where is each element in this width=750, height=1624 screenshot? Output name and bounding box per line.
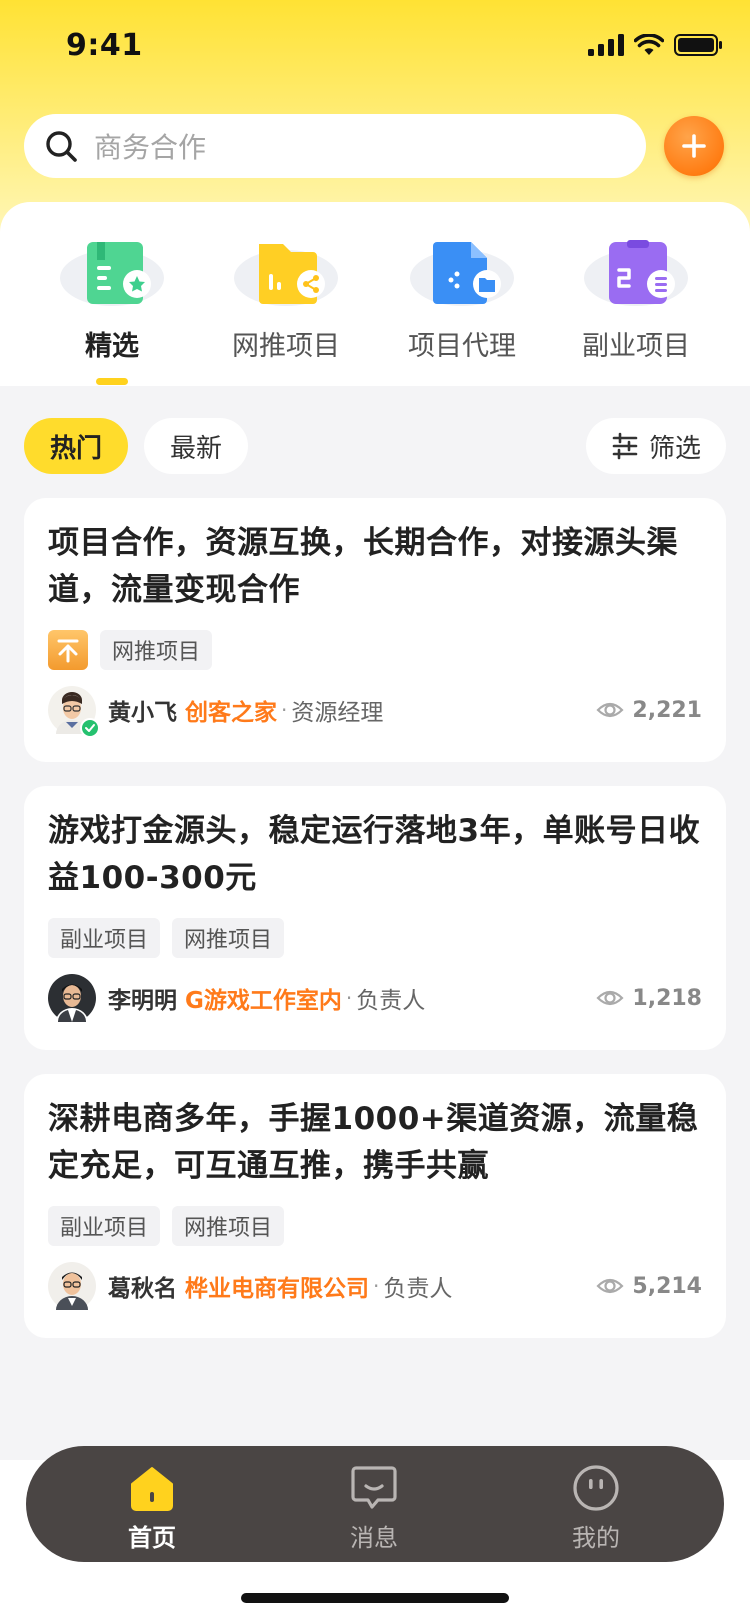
post-tag[interactable]: 副业项目 <box>48 918 161 958</box>
post-tag[interactable]: 网推项目 <box>172 918 285 958</box>
post-author-row: 李明明 G游戏工作室内 · 负责人 1,218 <box>48 974 702 1022</box>
category-tab-side-project[interactable]: 副业项目 <box>546 202 726 386</box>
nav-item-home[interactable]: 首页 <box>72 1446 232 1562</box>
author-name[interactable]: 李明明 <box>108 981 177 1015</box>
clipboard-list-icon <box>584 240 688 306</box>
category-label: 精选 <box>85 331 139 362</box>
bookmark-star-icon <box>60 242 164 306</box>
eye-icon <box>596 990 624 1006</box>
separator-dot: · <box>373 1274 380 1298</box>
view-count: 1,218 <box>596 984 702 1012</box>
sliders-icon <box>612 432 638 460</box>
author-company[interactable]: 桦业电商有限公司 <box>185 1269 369 1303</box>
add-button[interactable] <box>664 116 724 176</box>
post-author-row: 葛秋名 桦业电商有限公司 · 负责人 5,214 <box>48 1262 702 1310</box>
post-tag[interactable]: 副业项目 <box>48 1206 161 1246</box>
wifi-icon <box>634 34 664 55</box>
pin-top-icon <box>57 639 79 663</box>
author-role: 资源经理 <box>291 700 384 726</box>
author-role: 负责人 <box>383 1276 453 1302</box>
search-icon <box>46 131 77 162</box>
nav-item-messages[interactable]: 消息 <box>294 1446 454 1562</box>
post-card[interactable]: 深耕电商多年，手握1000+渠道资源，流量稳定充足，可互通互推，携手共赢 副业项… <box>24 1074 726 1338</box>
author-role: 负责人 <box>356 988 426 1014</box>
category-active-indicator <box>96 378 128 385</box>
status-time: 9:41 <box>66 28 143 63</box>
nav-label: 首页 <box>128 1524 176 1552</box>
avatar[interactable] <box>48 974 96 1022</box>
battery-icon <box>674 34 722 56</box>
post-tags: 网推项目 <box>48 630 213 670</box>
home-indicator <box>241 1593 509 1603</box>
category-tab-project-agency[interactable]: 项目代理 <box>372 202 552 386</box>
post-title: 深耕电商多年，手握1000+渠道资源，流量稳定充足，可互通互推，携手共赢 <box>48 1101 699 1184</box>
category-label: 网推项目 <box>232 331 340 362</box>
eye-icon <box>596 1278 624 1294</box>
signal-icon <box>588 34 624 56</box>
home-icon <box>131 1467 173 1511</box>
author-name[interactable]: 黄小飞 <box>108 693 177 727</box>
separator-dot: · <box>345 986 353 1010</box>
view-count-value: 5,214 <box>632 1273 702 1299</box>
eye-icon <box>596 702 624 718</box>
search-placeholder: 商务合作 <box>94 131 207 164</box>
filter-label: 筛选 <box>648 433 701 464</box>
filter-button[interactable]: 筛选 <box>586 418 726 474</box>
view-count-value: 1,218 <box>632 985 702 1011</box>
status-icons <box>588 34 722 56</box>
verified-badge <box>80 718 100 738</box>
folder-share-icon <box>234 244 338 306</box>
view-count-value: 2,221 <box>632 697 702 723</box>
file-folder-icon <box>410 242 514 306</box>
author-company[interactable]: G游戏工作室内 <box>185 981 342 1015</box>
separator-dot: · <box>281 698 288 722</box>
post-tag[interactable]: 网推项目 <box>100 630 213 670</box>
post-card[interactable]: 项目合作，资源互换，长期合作，对接源头渠道，流量变现合作 网推项目 黄小飞 创客… <box>24 498 726 762</box>
author-name[interactable]: 葛秋名 <box>108 1269 177 1303</box>
nav-label: 我的 <box>572 1524 620 1552</box>
search-input[interactable]: 商务合作 <box>24 114 646 178</box>
filter-chip-latest[interactable]: 最新 <box>144 418 248 474</box>
bottom-nav: 首页 消息 我的 <box>26 1446 724 1562</box>
plus-icon <box>682 134 706 158</box>
post-title: 项目合作，资源互换，长期合作，对接源头渠道，流量变现合作 <box>48 525 678 608</box>
avatar-image <box>48 974 96 1022</box>
view-count: 5,214 <box>596 1272 702 1300</box>
post-title: 游戏打金源头，稳定运行落地3年，单账号日收益100-300元 <box>48 813 701 896</box>
author-company[interactable]: 创客之家 <box>185 693 277 727</box>
post-tag[interactable]: 网推项目 <box>172 1206 285 1246</box>
category-tab-featured[interactable]: 精选 <box>22 202 202 386</box>
category-label: 项目代理 <box>408 331 516 362</box>
filter-chip-hot[interactable]: 热门 <box>24 418 128 474</box>
message-icon <box>351 1466 397 1509</box>
nav-item-profile[interactable]: 我的 <box>516 1446 676 1562</box>
status-bar: 9:41 <box>0 0 750 96</box>
category-tab-online-promo[interactable]: 网推项目 <box>196 202 376 386</box>
check-icon <box>85 724 95 732</box>
category-label: 副业项目 <box>582 331 690 362</box>
post-tags: 副业项目 网推项目 <box>48 918 285 958</box>
post-tags: 副业项目 网推项目 <box>48 1206 285 1246</box>
avatar-image <box>48 1262 96 1310</box>
avatar[interactable] <box>48 686 100 738</box>
nav-label: 消息 <box>350 1524 398 1552</box>
pinned-badge <box>48 630 88 670</box>
view-count: 2,221 <box>596 696 702 724</box>
profile-icon <box>573 1465 619 1511</box>
post-author-row: 黄小飞 创客之家 · 资源经理 2,221 <box>48 686 702 738</box>
category-panel: 精选 网推项目 项目代理 副业项目 <box>0 202 750 386</box>
post-card[interactable]: 游戏打金源头，稳定运行落地3年，单账号日收益100-300元 副业项目 网推项目… <box>24 786 726 1050</box>
avatar[interactable] <box>48 1262 96 1310</box>
